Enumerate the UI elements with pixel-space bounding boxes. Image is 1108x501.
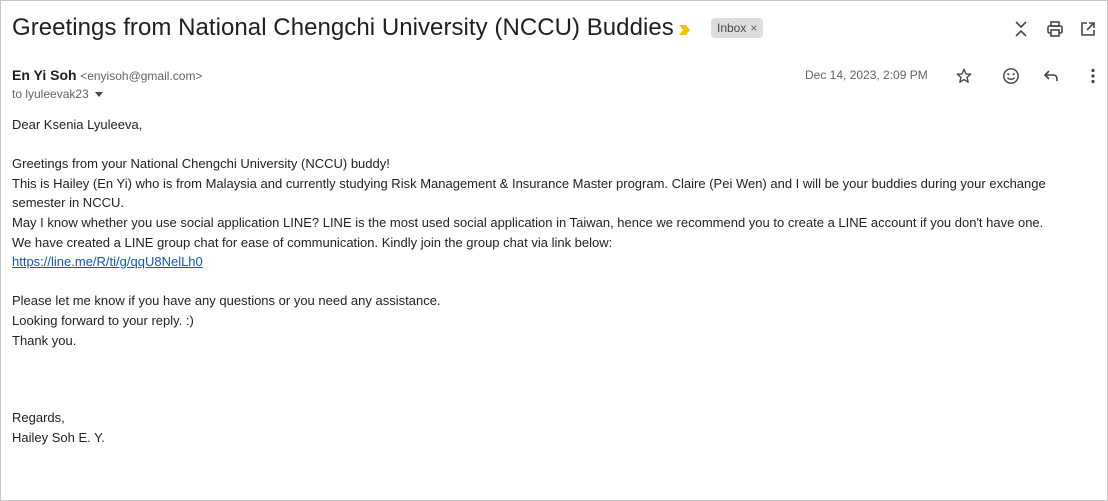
paragraph-assistance: Please let me know if you have any quest… <box>12 293 441 309</box>
closing: Regards, <box>12 410 65 426</box>
open-in-new-window-icon[interactable] <box>1078 19 1098 39</box>
emoji-reaction-icon[interactable] <box>1000 65 1022 87</box>
inbox-label-chip: Inbox × <box>711 18 764 38</box>
reply-icon[interactable] <box>1040 65 1062 87</box>
signature: Hailey Soh E. Y. <box>12 429 105 445</box>
label-text: Inbox <box>717 21 747 35</box>
email-subject: Greetings from National Chengchi Univers… <box>12 14 674 41</box>
sender-email: <enyisoh@gmail.com> <box>80 69 203 83</box>
paragraph-line-question: May I know whether you use social applic… <box>12 214 1044 230</box>
greeting: Dear Ksenia Lyuleeva, <box>12 117 143 132</box>
chevron-down-icon[interactable] <box>94 87 104 101</box>
paragraph-looking-forward: Looking forward to your reply. :) <box>12 312 194 328</box>
paragraph-introduction: This is Hailey (En Yi) who is from Malay… <box>12 175 1046 211</box>
sender-info: En Yi Soh <enyisoh@gmail.com> <box>12 67 202 83</box>
paragraph-buddy-greeting: Greetings from your National Chengchi Un… <box>12 156 390 172</box>
recipients-dropdown[interactable]: to lyuleevak23 <box>12 87 104 101</box>
paragraph-group-chat: We have created a LINE group chat for ea… <box>12 234 613 250</box>
line-group-link[interactable]: https://line.me/R/ti/g/qqU8NelLh0 <box>12 254 203 269</box>
collapse-all-icon[interactable] <box>1011 19 1031 39</box>
importance-marker-icon[interactable] <box>678 23 692 37</box>
paragraph-thanks: Thank you. <box>12 332 77 348</box>
remove-label-button[interactable]: × <box>750 18 757 38</box>
sender-name[interactable]: En Yi Soh <box>12 67 77 83</box>
print-icon[interactable] <box>1045 19 1065 39</box>
email-date: Dec 14, 2023, 2:09 PM <box>805 68 928 82</box>
recipient-text: to lyuleevak23 <box>12 87 89 101</box>
email-view: Greetings from National Chengchi Univers… <box>0 0 1108 501</box>
subject-header: Greetings from National Chengchi Univers… <box>1 1 1107 57</box>
more-options-icon[interactable] <box>1082 65 1104 87</box>
email-body: Dear Ksenia Lyuleeva, Greetings from you… <box>12 115 1102 447</box>
star-icon[interactable] <box>953 65 975 87</box>
